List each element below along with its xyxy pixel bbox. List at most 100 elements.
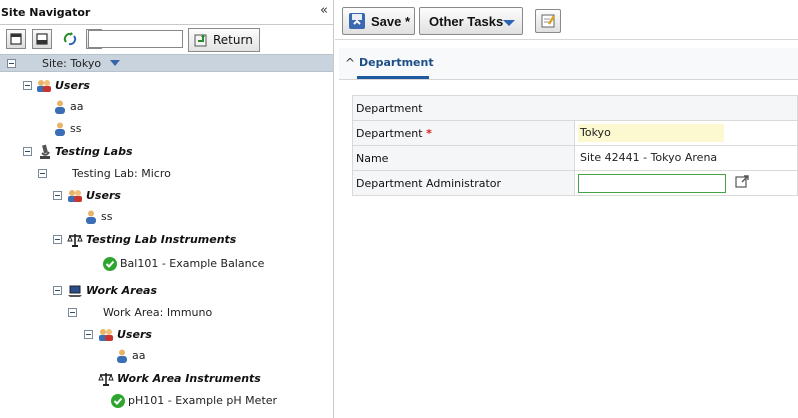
check-circle-icon [111, 394, 125, 408]
user-icon [55, 122, 65, 136]
testing-lab-label: Testing Lab: Micro [72, 167, 171, 180]
tree-node-lab-users[interactable]: Users [0, 187, 333, 205]
tree-node-instrument-bal101[interactable]: Bal101 - Example Balance [0, 255, 333, 273]
admin-field-label: Department Administrator [352, 170, 575, 196]
laptop-icon [68, 285, 82, 297]
active-tab-indicator [357, 76, 429, 79]
tree-node-wa-users[interactable]: Users [0, 326, 333, 344]
department-administrator-input[interactable] [578, 173, 726, 193]
dropdown-caret-icon [503, 20, 515, 26]
user-name: ss [70, 122, 82, 135]
tree-node-users[interactable]: Users [0, 77, 333, 95]
users-label: Users [117, 328, 152, 341]
user-icon [117, 349, 127, 363]
instruments-label: Testing Lab Instruments [86, 233, 237, 246]
site-tree: Site: Tokyo Users aa ss Testing Labs Tes… [0, 54, 333, 418]
department-section-header[interactable]: ^ Department [339, 48, 798, 80]
main-toolbar: Save * Other Tasks [335, 0, 798, 40]
return-label: Return [213, 33, 253, 47]
navigator-search-input[interactable] [88, 30, 183, 48]
department-field-cell: Tokyo [574, 120, 798, 146]
tree-node-work-area-immuno[interactable]: Work Area: Immuno [0, 304, 333, 322]
instruments-label: Work Area Instruments [117, 372, 261, 385]
testing-labs-label: Testing Labs [55, 145, 133, 158]
users-label: Users [86, 189, 121, 202]
name-field-label: Name [352, 145, 575, 171]
chevron-up-icon[interactable]: ^ [345, 56, 355, 70]
tree-node-work-areas[interactable]: Work Areas [0, 282, 333, 300]
user-icon [86, 210, 96, 224]
save-button[interactable]: Save * [342, 7, 415, 35]
form-header: Department [352, 95, 798, 121]
instrument-name: pH101 - Example pH Meter [128, 394, 278, 407]
maximize-icon[interactable] [6, 29, 26, 49]
tree-node-wa-instruments[interactable]: Work Area Instruments [0, 370, 333, 388]
user-name: ss [101, 210, 113, 223]
required-marker: * [426, 126, 432, 140]
collapse-toggle-icon[interactable] [7, 59, 16, 68]
department-field[interactable]: Tokyo [578, 124, 724, 142]
site-label: Site: Tokyo [42, 57, 102, 70]
navigator-toolbar: Return [0, 26, 333, 54]
collapse-toggle-icon[interactable] [53, 191, 62, 200]
collapse-toggle-icon[interactable] [84, 330, 93, 339]
department-label-text: Department [356, 126, 423, 140]
tab-department[interactable]: Department [359, 56, 434, 69]
form-row-department: Department * Tokyo [352, 120, 798, 146]
tree-node-wa-user-aa[interactable]: aa [0, 347, 333, 365]
return-button[interactable]: Return [188, 28, 260, 52]
check-circle-icon [103, 257, 117, 271]
collapse-panel-button[interactable]: « [320, 3, 328, 18]
user-icon [55, 100, 65, 114]
admin-field-cell [574, 170, 798, 196]
collapse-toggle-icon[interactable] [23, 81, 32, 90]
tree-node-lab-user-ss[interactable]: ss [0, 208, 333, 226]
navigator-header: Site Navigator « [0, 0, 333, 25]
tree-node-user-ss[interactable]: ss [0, 120, 333, 138]
site-dropdown-caret-icon[interactable] [110, 60, 120, 66]
balance-scale-icon [98, 373, 114, 386]
refresh-icon[interactable] [60, 29, 80, 49]
users-group-icon [99, 329, 113, 341]
name-field-cell: Site 42441 - Tokyo Arena [574, 145, 798, 171]
department-form: Department Department * Tokyo Name Site … [352, 95, 798, 196]
save-icon [349, 13, 365, 29]
navigator-title: Site Navigator [1, 6, 91, 19]
department-field-label: Department * [352, 120, 575, 146]
collapse-toggle-icon[interactable] [38, 169, 47, 178]
work-areas-label: Work Areas [86, 284, 158, 297]
other-tasks-label: Other Tasks [429, 13, 504, 29]
microscope-icon [40, 144, 50, 159]
collapse-toggle-icon[interactable] [68, 308, 77, 317]
collapse-toggle-icon[interactable] [53, 286, 62, 295]
site-navigator-panel: Site Navigator « Return Site: Tokyo User… [0, 0, 334, 418]
tree-node-lab-instruments[interactable]: Testing Lab Instruments [0, 231, 333, 249]
tree-node-site[interactable]: Site: Tokyo [0, 54, 333, 72]
form-header-row: Department [352, 95, 798, 121]
form-row-admin: Department Administrator [352, 170, 798, 196]
minimize-icon[interactable] [32, 29, 52, 49]
collapse-toggle-icon[interactable] [53, 235, 62, 244]
users-label: Users [55, 79, 90, 92]
users-group-icon [37, 80, 51, 92]
collapse-toggle-icon[interactable] [23, 147, 32, 156]
tree-node-testing-labs[interactable]: Testing Labs [0, 143, 333, 161]
tree-node-instrument-ph101[interactable]: pH101 - Example pH Meter [0, 392, 333, 410]
user-name: aa [132, 349, 146, 362]
open-external-icon[interactable] [734, 174, 750, 192]
user-name: aa [70, 100, 84, 113]
instrument-name: Bal101 - Example Balance [120, 257, 265, 270]
tree-node-user-aa[interactable]: aa [0, 98, 333, 116]
note-icon [541, 14, 556, 28]
name-field: Site 42441 - Tokyo Arena [580, 151, 718, 164]
save-label: Save * [371, 13, 411, 29]
balance-scale-icon [67, 234, 83, 247]
content-panel: Save * Other Tasks ^ Department Departme… [335, 0, 798, 418]
users-group-icon [68, 190, 82, 202]
tree-node-testing-lab-micro[interactable]: Testing Lab: Micro [0, 165, 333, 183]
return-icon [194, 34, 207, 47]
work-area-label: Work Area: Immuno [103, 306, 213, 319]
notes-button[interactable] [535, 9, 561, 33]
form-row-name: Name Site 42441 - Tokyo Arena [352, 145, 798, 171]
other-tasks-button[interactable]: Other Tasks [419, 7, 523, 35]
